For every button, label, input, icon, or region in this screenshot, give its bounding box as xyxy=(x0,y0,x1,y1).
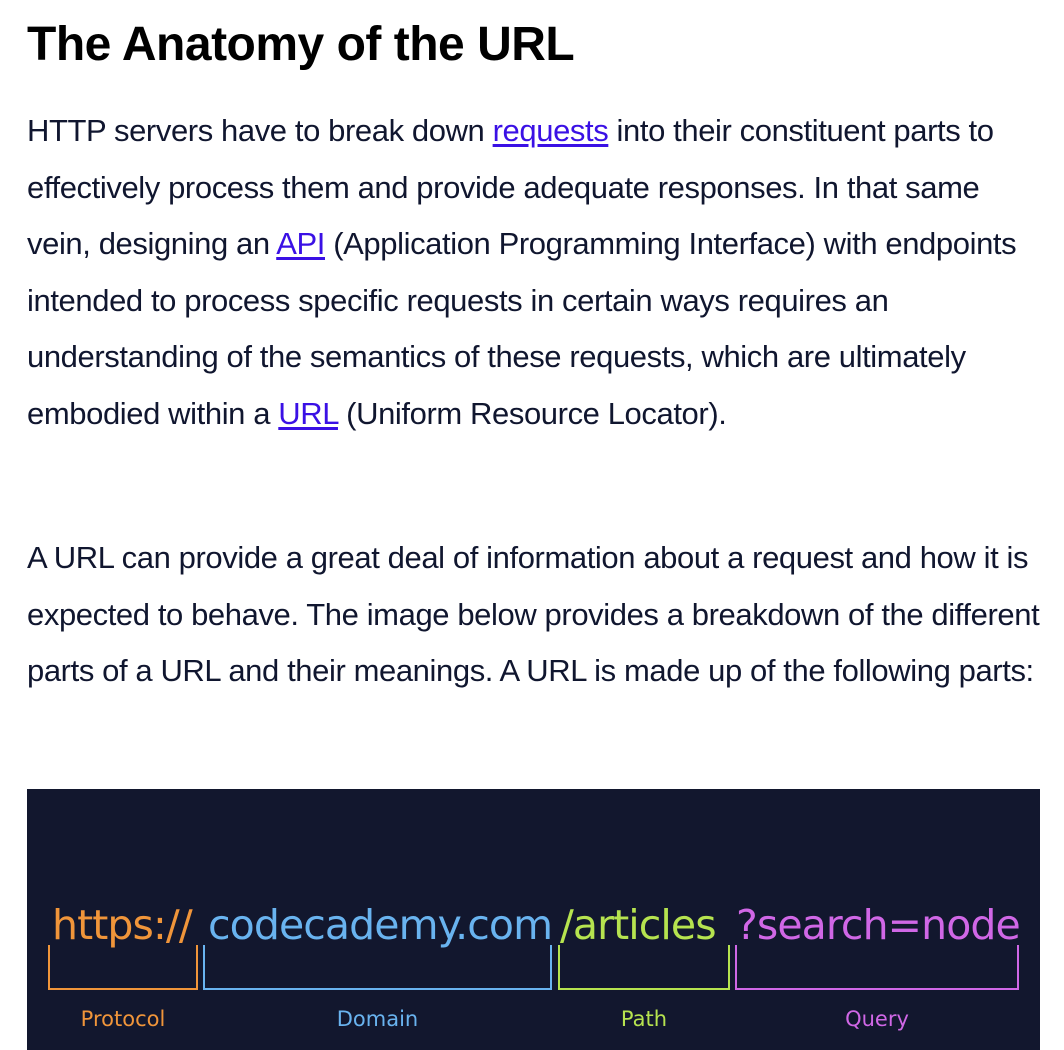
api-link[interactable]: API xyxy=(276,226,325,261)
url-parts-paragraph: A URL can provide a great deal of inform… xyxy=(27,540,1040,688)
intro-text-4: (Uniform Resource Locator). xyxy=(337,395,727,431)
intro-paragraph: HTTP servers have to break down requests… xyxy=(27,103,1047,442)
url-protocol-segment: https:// xyxy=(52,901,193,949)
query-bracket xyxy=(735,945,1019,990)
intro-text-1: HTTP servers have to break down xyxy=(27,113,493,148)
url-path-segment: /articles xyxy=(560,901,717,949)
protocol-bracket xyxy=(48,945,198,990)
protocol-label: Protocol xyxy=(80,1007,166,1031)
url-link[interactable]: URL xyxy=(278,396,338,431)
path-label: Path xyxy=(620,1007,668,1031)
domain-bracket xyxy=(203,945,552,990)
requests-link[interactable]: requests xyxy=(493,113,609,148)
url-domain-segment: codecademy.com xyxy=(208,901,553,949)
path-bracket xyxy=(558,945,730,990)
page-title: The Anatomy of the URL xyxy=(27,18,575,71)
domain-label: Domain xyxy=(336,1007,419,1031)
url-query-segment: ?search=node xyxy=(736,901,1021,949)
query-label: Query xyxy=(845,1007,909,1031)
